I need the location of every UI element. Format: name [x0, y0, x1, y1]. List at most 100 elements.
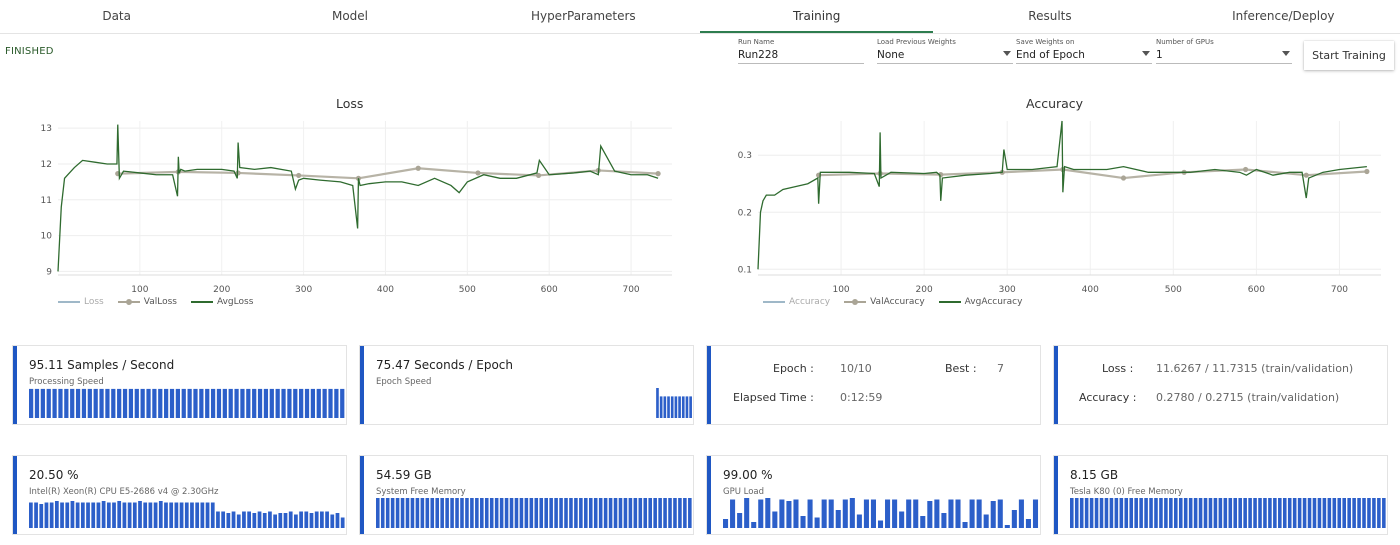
sparkline-bar [1377, 498, 1381, 528]
sparkline-bar [779, 499, 785, 528]
x-tick-label: 300 [999, 285, 1016, 295]
dropdown-arrow-icon[interactable] [1003, 51, 1011, 56]
sparkline-bar [1287, 498, 1292, 528]
tab-model[interactable]: Model [233, 0, 466, 33]
run-name-value[interactable]: Run228 [738, 47, 864, 63]
sparkline-bar [1248, 498, 1252, 528]
sparkline-bar [216, 388, 222, 418]
x-tick-label: 100 [131, 285, 148, 295]
x-tick-label: 300 [295, 285, 312, 295]
sparkline-bar [658, 498, 662, 528]
sparkline-bar [689, 396, 692, 418]
sparkline-bar [174, 502, 179, 528]
sparkline-bar [1188, 498, 1193, 528]
sparkline-bar [395, 498, 400, 528]
sparkline-bar [49, 502, 54, 528]
dropdown-arrow-icon[interactable] [1142, 51, 1150, 56]
sparkline-bar [1223, 498, 1228, 528]
start-training-button[interactable]: Start Training [1304, 41, 1394, 70]
sparkline-bar [489, 498, 494, 528]
sparkline-bar [111, 388, 116, 418]
tab-training[interactable]: Training [699, 0, 934, 33]
val-point [1120, 175, 1127, 181]
tab-inference-deploy[interactable]: Inference/Deploy [1167, 0, 1400, 33]
cpu-usage-value: 20.50 % [29, 468, 79, 482]
sparkline-bar [257, 388, 263, 418]
sparkline-bar [1357, 498, 1361, 528]
load-weights-value: None [877, 49, 905, 61]
sparkline-bar [828, 499, 834, 528]
sparkline-bar [210, 388, 216, 418]
run-name-field[interactable]: Run Name Run228 [738, 38, 864, 64]
sparkline-bar [913, 499, 919, 528]
save-weights-value: End of Epoch [1016, 49, 1085, 61]
sparkline-bar [29, 388, 34, 418]
sparkline-bar [554, 498, 558, 528]
sparkline-bar [934, 499, 940, 528]
tab-data[interactable]: Data [0, 0, 233, 33]
sparkline-bar [870, 499, 876, 528]
sparkline-bar [786, 501, 792, 528]
sparkline-bar [29, 502, 33, 528]
sparkline-bar [146, 388, 151, 418]
legend-item-avgloss[interactable]: AvgLoss [190, 297, 253, 307]
sparkline-bar [221, 511, 226, 528]
sparkline-bar [574, 498, 578, 528]
legend-item-valloss[interactable]: ValLoss [117, 297, 177, 307]
sparkline-bar [1347, 498, 1351, 528]
sparkline-bar [52, 388, 57, 418]
dropdown-arrow-icon[interactable] [1282, 51, 1290, 56]
sparkline-bar [1372, 498, 1376, 528]
sparkline-bar [122, 388, 128, 418]
sparkline-bar [663, 396, 667, 418]
y-tick-label: 10 [41, 232, 53, 242]
tab-hyperparameters[interactable]: HyperParameters [467, 0, 700, 33]
sparkline-bar [1198, 498, 1203, 528]
gpus-select[interactable]: Number of GPUs 1 [1156, 38, 1292, 64]
sparkline-bar [656, 388, 659, 418]
sparkline-bar [39, 504, 44, 528]
sparkline-bar [1164, 498, 1168, 528]
sparkline-bar [1134, 498, 1138, 528]
legend-item-loss[interactable]: Loss [58, 297, 104, 307]
x-tick-label: 600 [541, 285, 558, 295]
sparkline-bar [744, 498, 750, 528]
sparkline-bar [75, 388, 81, 418]
sparkline-bar [269, 388, 274, 418]
sparkline-bar [127, 502, 132, 528]
sparkline-bar [1079, 498, 1084, 528]
legend-item-accuracy[interactable]: Accuracy [763, 297, 830, 307]
cpu-card: 20.50 % Intel(R) Xeon(R) CPU E5-2686 v4 … [13, 456, 346, 534]
sparkline-bar [64, 388, 69, 418]
sparkline-bar [128, 388, 134, 418]
sparkline-bar [205, 388, 210, 418]
save-weights-select[interactable]: Save Weights on End of Epoch [1016, 38, 1152, 64]
sparkline-bar [885, 499, 891, 528]
sparkline-bar [608, 498, 613, 528]
gpu-load-value: 99.00 % [723, 468, 773, 482]
sparkline-bar [34, 388, 40, 418]
legend-item-avgaccuracy[interactable]: AvgAccuracy [938, 297, 1022, 307]
sparkline-bar [1032, 499, 1039, 528]
sparkline-bar [1018, 499, 1024, 528]
sparkline-bar [287, 388, 292, 418]
sparkline-bar [181, 388, 186, 418]
sparkline-bar [99, 388, 104, 418]
system-memory-sparkline [376, 498, 692, 528]
sparkline-bar [450, 498, 454, 528]
sparkline-bar [564, 498, 568, 528]
metrics-card: Loss : 11.6267 / 11.7315 (train/validati… [1054, 346, 1387, 424]
sparkline-bar [328, 388, 333, 418]
load-weights-select[interactable]: Load Previous Weights None [877, 38, 1013, 64]
y-tick-label: 12 [41, 160, 52, 170]
sparkline-bar [475, 498, 479, 528]
gpu-memory-value: 8.15 GB [1070, 468, 1119, 482]
sparkline-bar [148, 502, 153, 528]
elapsed-time-label: Elapsed Time : [733, 391, 814, 404]
sparkline-bar [1169, 498, 1173, 528]
tab-results[interactable]: Results [933, 0, 1166, 33]
x-tick-label: 400 [377, 285, 394, 295]
training-status: FINISHED [5, 46, 54, 57]
legend-item-valaccuracy[interactable]: ValAccuracy [844, 297, 925, 307]
sparkline-bar [93, 388, 98, 418]
